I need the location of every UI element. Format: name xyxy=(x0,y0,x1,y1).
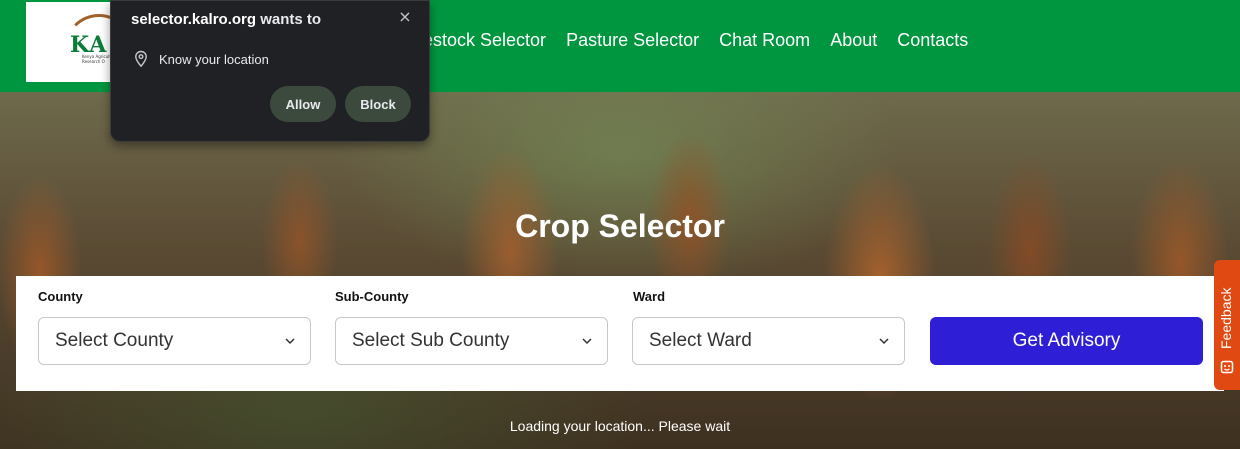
county-select-value: Select County xyxy=(55,330,174,351)
main-nav: vestock Selector Pasture Selector Chat R… xyxy=(414,30,988,51)
block-button[interactable]: Block xyxy=(345,86,411,122)
location-status: Loading your location... Please wait xyxy=(509,418,731,434)
popup-wants: wants to xyxy=(260,11,322,28)
permission-label: Know your location xyxy=(159,51,269,67)
crop-selector-form: County Select County Sub-County Select S… xyxy=(16,276,1224,391)
permission-row: Know your location xyxy=(133,50,269,68)
subcounty-select[interactable]: Select Sub County xyxy=(335,317,608,365)
subcounty-select-value: Select Sub County xyxy=(352,330,510,351)
hero-background xyxy=(0,92,1240,449)
location-permission-popup: selector.kalro.org wants to × Know your … xyxy=(110,0,430,142)
chevron-down-icon xyxy=(582,338,592,345)
ward-label: Ward xyxy=(633,289,666,304)
ward-select[interactable]: Select Ward xyxy=(632,317,905,365)
location-pin-icon xyxy=(135,50,147,68)
allow-button[interactable]: Allow xyxy=(270,86,336,122)
nav-chat-room[interactable]: Chat Room xyxy=(719,30,810,51)
subcounty-label: Sub-County xyxy=(335,289,409,304)
county-select[interactable]: Select County xyxy=(38,317,311,365)
feedback-icon xyxy=(1220,360,1234,374)
nav-livestock-selector[interactable]: vestock Selector xyxy=(414,30,546,51)
chevron-down-icon xyxy=(285,338,295,345)
nav-pasture-selector[interactable]: Pasture Selector xyxy=(566,30,699,51)
nav-about[interactable]: About xyxy=(830,30,877,51)
get-advisory-button[interactable]: Get Advisory xyxy=(930,317,1203,365)
chevron-down-icon xyxy=(879,338,889,345)
ward-select-value: Select Ward xyxy=(649,330,752,351)
county-label: County xyxy=(38,289,83,304)
feedback-tab[interactable]: Feedback xyxy=(1214,260,1240,390)
feedback-label: Feedback xyxy=(1218,287,1234,349)
page-title: Crop Selector xyxy=(515,208,725,244)
nav-contacts[interactable]: Contacts xyxy=(897,30,968,51)
popup-site: selector.kalro.org xyxy=(131,11,257,28)
close-icon[interactable]: × xyxy=(395,7,415,27)
popup-title: selector.kalro.org wants to xyxy=(131,11,321,28)
